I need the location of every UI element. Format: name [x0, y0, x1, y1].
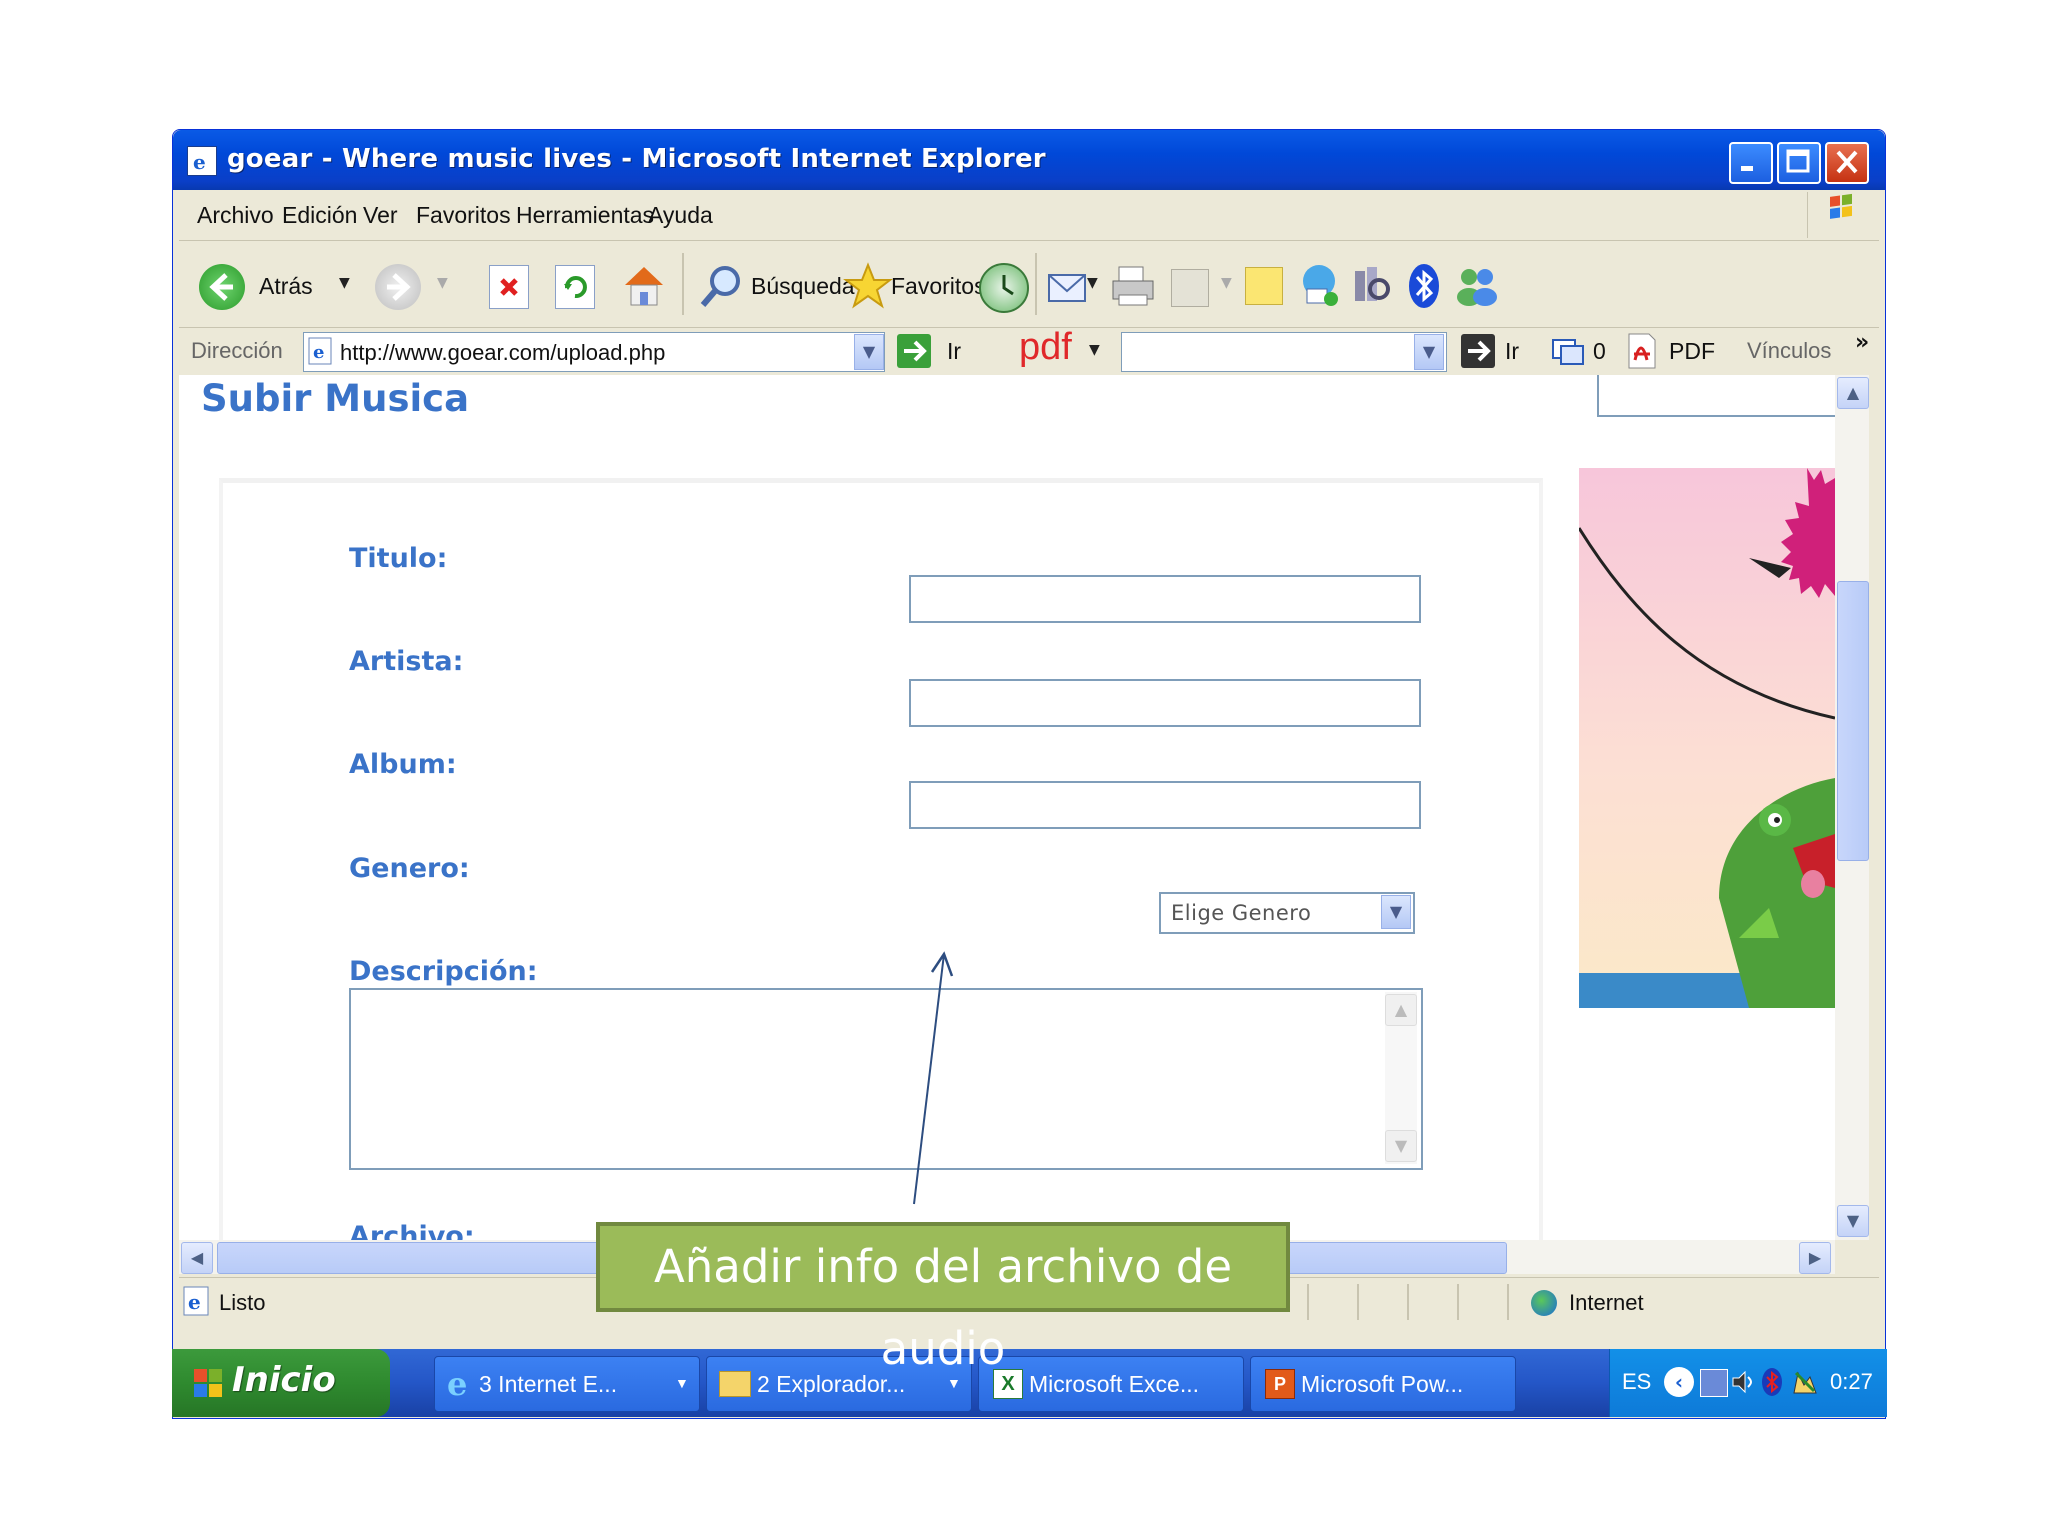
annotation-callout: Añadir info del archivo de audio: [596, 1222, 1290, 1375]
